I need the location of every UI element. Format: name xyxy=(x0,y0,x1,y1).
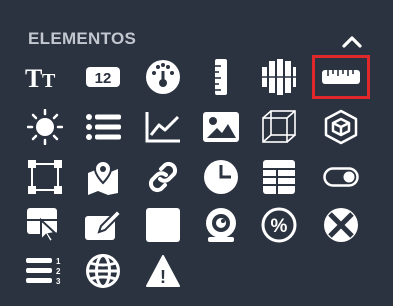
element-toggle[interactable] xyxy=(316,154,366,200)
numbered-list-icon: 1 2 3 xyxy=(26,257,61,286)
element-close[interactable] xyxy=(316,202,366,248)
cube-icon xyxy=(262,110,296,143)
element-numbered-list[interactable]: 1 2 3 xyxy=(20,248,70,294)
element-table[interactable] xyxy=(254,154,304,200)
table-icon xyxy=(263,160,295,194)
numbered-list-label-3: 3 xyxy=(56,277,61,286)
edit-icon xyxy=(85,210,121,240)
warning-label: ! xyxy=(160,267,166,287)
element-cube[interactable] xyxy=(254,104,304,150)
element-percent[interactable]: % xyxy=(254,202,304,248)
image-icon xyxy=(203,112,239,142)
3d-cube-icon xyxy=(324,109,358,145)
numbered-list-label-2: 2 xyxy=(56,267,61,276)
svg-text:T: T xyxy=(42,70,56,92)
element-warning[interactable]: ! xyxy=(138,248,188,294)
element-number[interactable]: 12 xyxy=(78,54,128,100)
element-webcam[interactable] xyxy=(196,202,246,248)
globe-icon xyxy=(86,254,120,288)
map-pin-icon xyxy=(88,159,118,195)
element-clock[interactable] xyxy=(196,154,246,200)
ruler-horizontal-icon xyxy=(322,70,360,84)
element-frame[interactable] xyxy=(20,154,70,200)
element-map[interactable] xyxy=(78,154,128,200)
link-icon xyxy=(148,161,178,193)
svg-text:T: T xyxy=(25,64,42,92)
element-list[interactable] xyxy=(78,104,128,150)
ruler-vertical-icon xyxy=(215,59,227,95)
sun-icon xyxy=(27,109,63,145)
cursor-window-icon xyxy=(27,208,58,242)
element-ruler-horizontal[interactable] xyxy=(316,54,366,100)
element-square[interactable] xyxy=(138,202,188,248)
element-edit[interactable] xyxy=(78,202,128,248)
list-icon xyxy=(86,114,121,140)
element-link[interactable] xyxy=(138,154,188,200)
number-label: 12 xyxy=(95,70,112,87)
warning-icon: ! xyxy=(146,255,180,287)
collapse-button[interactable] xyxy=(336,27,368,55)
element-web[interactable] xyxy=(78,248,128,294)
text-size-icon: T T xyxy=(25,64,56,92)
gauge-icon xyxy=(146,60,180,94)
element-text[interactable]: T T xyxy=(20,54,70,100)
element-pointer[interactable] xyxy=(20,202,70,248)
panel-title: ELEMENTOS xyxy=(28,29,137,48)
chevron-up-icon xyxy=(342,36,362,48)
percent-label: % xyxy=(271,216,288,237)
number-12-icon: 12 xyxy=(86,67,120,87)
toggle-icon xyxy=(323,167,359,187)
element-brightness[interactable] xyxy=(20,104,70,150)
element-image[interactable] xyxy=(196,104,246,150)
line-chart-icon xyxy=(145,112,180,143)
element-3d-object[interactable] xyxy=(316,104,366,150)
columns-icon xyxy=(262,59,296,95)
vector-frame-icon xyxy=(28,160,62,194)
x-circle-icon xyxy=(324,208,358,242)
element-gauge[interactable] xyxy=(138,54,188,100)
numbered-list-label-1: 1 xyxy=(56,257,61,266)
element-bar-columns[interactable] xyxy=(254,54,304,100)
webcam-icon xyxy=(206,208,236,242)
square-icon xyxy=(146,208,180,242)
element-ruler-vertical[interactable] xyxy=(196,54,246,100)
element-line-chart[interactable] xyxy=(138,104,188,150)
clock-icon xyxy=(204,160,238,194)
percent-icon: % xyxy=(261,207,297,243)
elements-panel: ELEMENTOS T T 12 % 1 2 3 ! xyxy=(0,0,393,306)
